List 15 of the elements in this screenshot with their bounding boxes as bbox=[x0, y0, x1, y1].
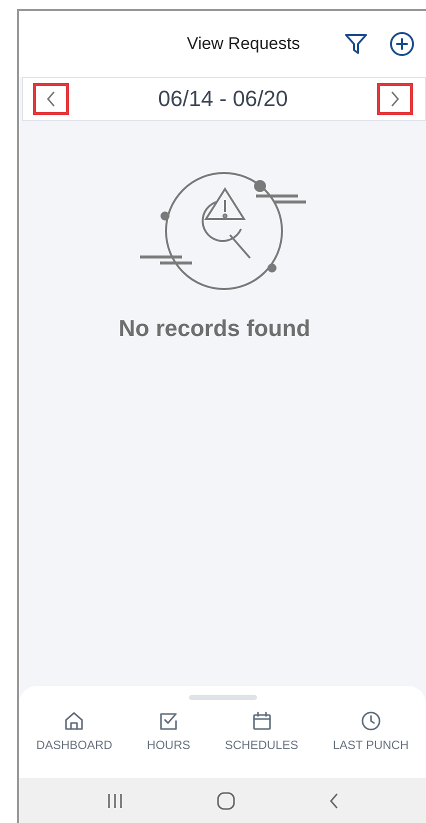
nav-tab[interactable]: DASHBOARD bbox=[36, 710, 112, 752]
drawer-handle[interactable] bbox=[188, 695, 256, 700]
clock-icon bbox=[360, 710, 382, 732]
checkbox-icon bbox=[158, 710, 180, 732]
home-icon bbox=[63, 710, 86, 732]
nav-tab[interactable]: LAST PUNCH bbox=[332, 710, 409, 752]
nav-tab[interactable]: SCHEDULES bbox=[224, 710, 298, 752]
date-range: 06/14 - 06/20 bbox=[158, 86, 288, 112]
nav-tab[interactable]: HOURS bbox=[146, 710, 190, 752]
page-title: View Requests bbox=[186, 34, 300, 54]
home-button-icon[interactable] bbox=[216, 790, 236, 810]
empty-message: No records found bbox=[118, 315, 310, 342]
calendar-icon bbox=[250, 710, 273, 732]
next-button[interactable] bbox=[376, 83, 413, 115]
previous-button[interactable] bbox=[33, 83, 69, 115]
